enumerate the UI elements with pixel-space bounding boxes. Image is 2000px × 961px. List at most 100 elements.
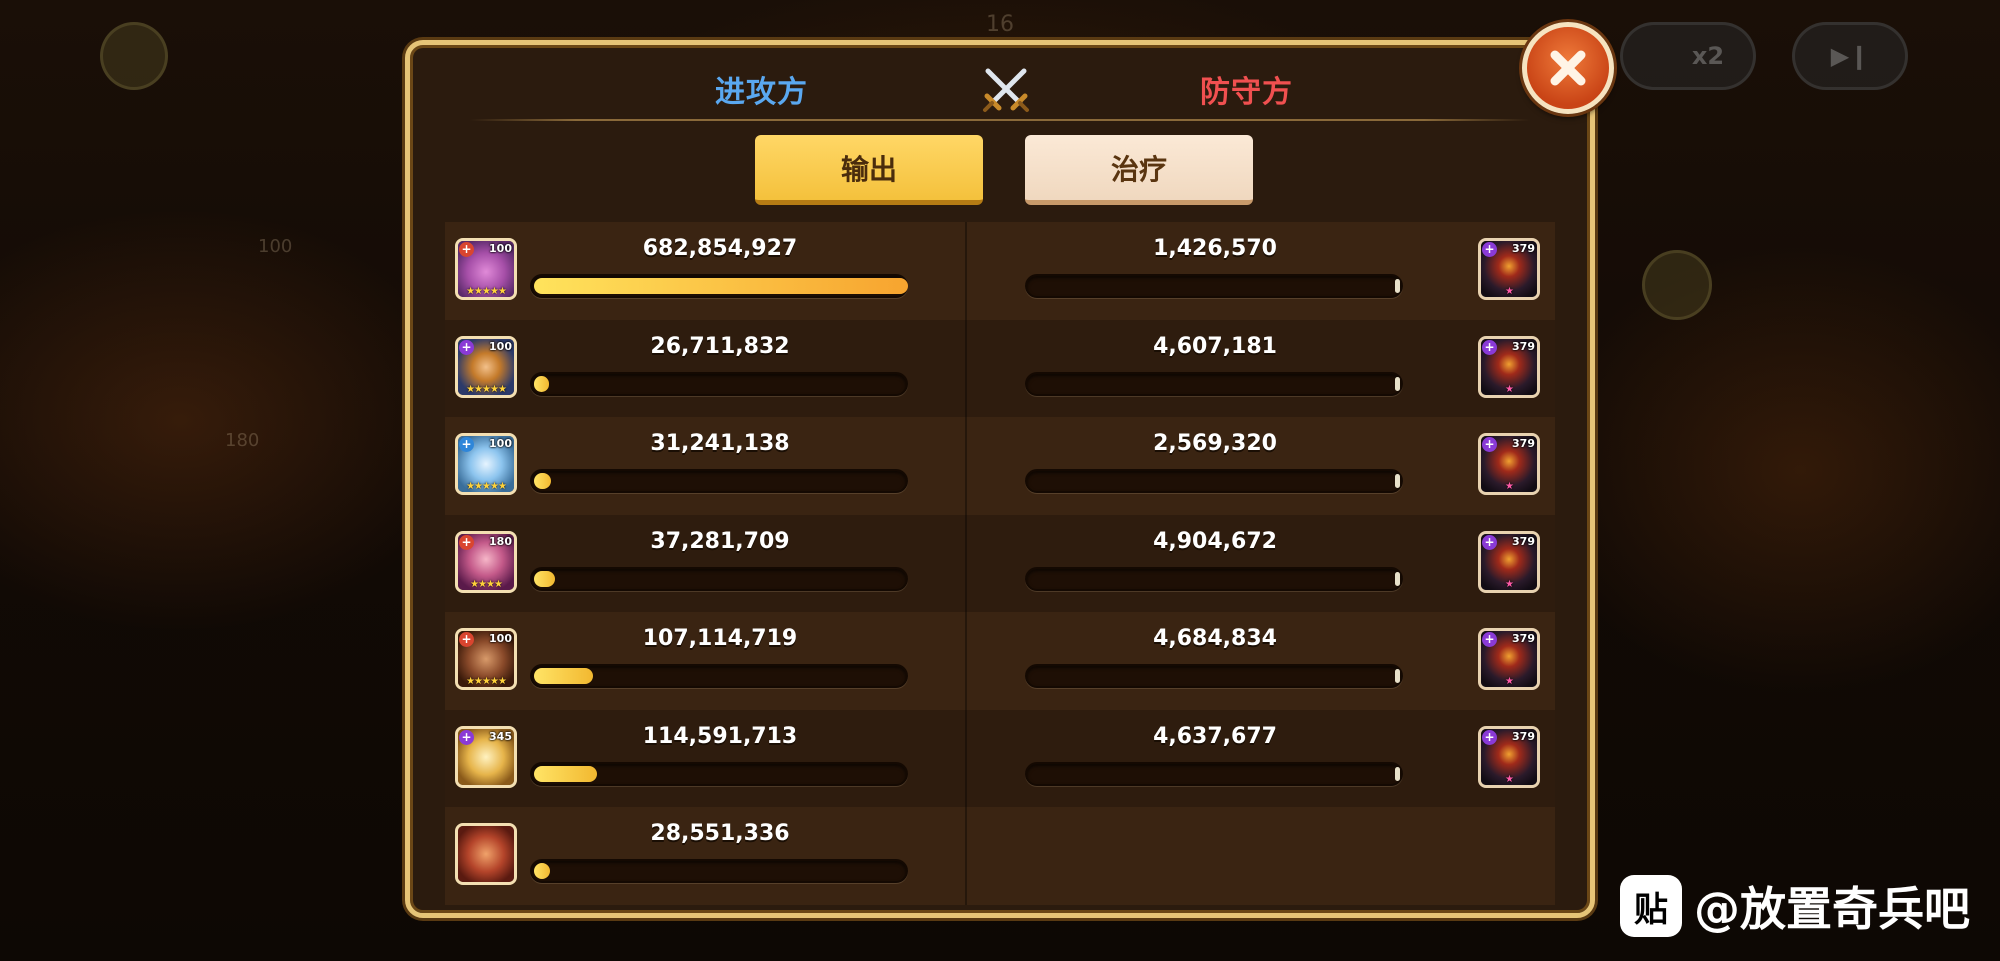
attacker-avatar[interactable] [455, 823, 517, 885]
header-divider [470, 119, 1530, 121]
star-rating: ★★★★ [470, 578, 503, 590]
faction-icon: + [1482, 339, 1497, 355]
attacker-damage-value: 107,114,719 [642, 626, 798, 651]
stats-row: + 100 ★★★★★ 107,114,719 4,684,834 + 379 … [445, 612, 1555, 710]
star-rating: ★ [1505, 773, 1514, 785]
close-button[interactable] [1522, 22, 1614, 114]
hero-level: 100 [489, 242, 512, 255]
faction-icon: + [1482, 729, 1497, 745]
faction-icon: + [459, 242, 474, 257]
damage-bar-fill [534, 570, 555, 587]
damage-bar-fill [534, 863, 550, 879]
damage-bar-fill [534, 668, 593, 684]
attacker-damage-value: 28,551,336 [650, 821, 790, 846]
defender-damage-value: 4,637,677 [1153, 723, 1277, 749]
attacker-avatar[interactable]: + 100 ★★★★★ [455, 433, 517, 495]
defender-damage-value: 1,426,570 [1153, 236, 1277, 261]
bar-end-marker [1395, 669, 1400, 683]
hero-level: 379 [1512, 729, 1535, 743]
defender-avatar[interactable]: + 379 ★ [1478, 628, 1540, 690]
menu-button-bg [100, 22, 168, 90]
watermark-text: @放置奇兵吧 [1694, 882, 1970, 936]
bar-end-marker [1395, 376, 1400, 391]
faction-icon: + [459, 339, 474, 355]
speed-label: x2 [1691, 42, 1725, 70]
defender-damage-value: 4,684,834 [1153, 626, 1277, 651]
stats-row: + 100 ★★★★★ 682,854,927 1,426,570 + 379 … [445, 222, 1555, 320]
attacker-damage-value: 682,854,927 [642, 236, 798, 261]
attacker-damage-value: 31,241,138 [650, 431, 790, 456]
attacker-damage-value: 114,591,713 [642, 723, 798, 749]
hero-level: 100 [489, 339, 512, 353]
faction-icon: + [1482, 534, 1497, 550]
defender-damage-bar [1025, 664, 1403, 688]
attacker-damage-bar [530, 664, 908, 688]
damage-bar-fill [534, 278, 908, 294]
attacker-damage-bar [530, 469, 908, 493]
bg-level-2: 180 [225, 430, 260, 451]
defender-avatar[interactable]: + 379 ★ [1478, 530, 1540, 593]
bar-end-marker [1395, 279, 1400, 293]
attacker-damage-value: 26,711,832 [650, 333, 790, 359]
attacker-avatar[interactable]: + 100 ★★★★★ [455, 238, 517, 300]
faction-icon: + [459, 437, 474, 452]
faction-icon: + [1482, 437, 1497, 452]
attacker-damage-bar [530, 371, 908, 396]
defender-avatar[interactable]: + 379 ★ [1478, 725, 1540, 788]
battle-stats-panel: 进攻方 防守方 输出 治疗 + 100 ★★★★★ 682,854,927 1,… [405, 40, 1595, 918]
tab-damage[interactable]: 输出 [755, 135, 983, 205]
damage-bar-fill [534, 375, 549, 392]
attacker-damage-bar [530, 566, 908, 591]
stats-row: + 100 ★★★★★ 31,241,138 2,569,320 + 379 ★ [445, 417, 1555, 515]
bg-level-1: 100 [258, 236, 293, 257]
attacker-avatar[interactable]: + 100 ★★★★★ [455, 335, 517, 398]
speed-toggle-bg: x2 [1620, 22, 1756, 90]
hero-level: 379 [1512, 339, 1535, 353]
damage-bar-fill [534, 765, 597, 782]
star-rating: ★★★★★ [466, 383, 507, 395]
attacker-damage-value: 37,281,709 [650, 528, 790, 554]
stats-row: + 100 ★★★★★ 26,711,832 4,607,181 + 379 ★ [445, 319, 1555, 417]
hero-level: 100 [489, 632, 512, 645]
hero-portrait [458, 826, 514, 882]
bar-end-marker [1395, 474, 1400, 488]
star-rating: ★ [1505, 578, 1514, 590]
attacker-damage-bar [530, 859, 908, 883]
star-rating: ★ [1505, 286, 1514, 297]
attacker-avatar[interactable]: + 100 ★★★★★ [455, 628, 517, 690]
star-rating: ★★★★★ [466, 286, 507, 297]
defender-damage-value: 4,607,181 [1153, 333, 1277, 359]
stats-row: + 180 ★★★★ 37,281,709 4,904,672 + 379 ★ [445, 514, 1555, 612]
close-icon [1550, 50, 1586, 86]
star-rating: ★★★★★ [466, 481, 507, 492]
defender-damage-bar [1025, 761, 1403, 786]
crossed-swords-icon [983, 68, 1029, 112]
hero-level: 180 [489, 534, 512, 548]
tab-heal[interactable]: 治疗 [1025, 135, 1253, 205]
damage-bar-fill [534, 473, 552, 489]
defender-title: 防守方 [1200, 75, 1293, 110]
attacker-damage-bar [530, 761, 908, 786]
attacker-avatar[interactable]: + 345 [455, 725, 517, 788]
defender-avatar[interactable]: + 379 ★ [1478, 433, 1540, 495]
attacker-avatar[interactable]: + 180 ★★★★ [455, 530, 517, 593]
defender-avatar[interactable]: + 379 ★ [1478, 335, 1540, 398]
defender-damage-bar [1025, 274, 1403, 298]
panel-header: 进攻方 防守方 [410, 45, 1590, 125]
stats-rows: + 100 ★★★★★ 682,854,927 1,426,570 + 379 … [445, 222, 1555, 905]
bar-end-marker [1395, 766, 1400, 781]
hero-level: 379 [1512, 437, 1535, 450]
stats-row: 28,551,336 [445, 807, 1555, 905]
defender-avatar[interactable]: + 379 ★ [1478, 238, 1540, 300]
defender-damage-bar [1025, 469, 1403, 493]
hero-level: 379 [1512, 534, 1535, 548]
hero-level: 379 [1512, 242, 1535, 255]
attacker-title: 进攻方 [715, 75, 808, 110]
defender-damage-bar [1025, 566, 1403, 591]
bg-round-number: 16 [986, 12, 1014, 37]
hero-level: 100 [489, 437, 512, 450]
defender-damage-bar [1025, 371, 1403, 396]
hero-level: 379 [1512, 632, 1535, 645]
faction-icon: + [459, 729, 474, 745]
star-rating: ★★★★★ [466, 676, 507, 687]
